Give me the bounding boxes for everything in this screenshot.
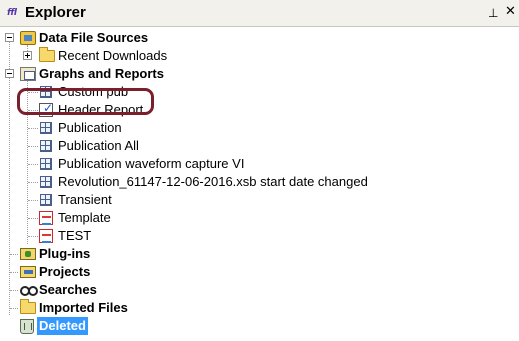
tree-guide-line	[28, 146, 38, 147]
tree-guide-line	[10, 272, 18, 273]
tree-guide-line	[28, 218, 38, 219]
tree-guide-line	[28, 164, 38, 165]
tree-node-data-file-sources[interactable]: Data File Sources	[0, 29, 519, 47]
projects-icon	[20, 266, 36, 278]
explorer-app-icon: ffl	[7, 8, 17, 18]
tree-node-label: Searches	[39, 282, 97, 297]
tree-node-label: TEST	[58, 228, 92, 243]
report-grid-icon	[40, 140, 52, 152]
tree-node-label: Publication waveform capture VI	[58, 156, 245, 171]
explorer-titlebar: ffl Explorer ⊥ ✕	[0, 0, 519, 27]
tree-node-plug-ins[interactable]: Plug-ins	[0, 245, 519, 263]
explorer-tree: Data File Sources Recent Downloads Graph…	[0, 27, 519, 341]
pin-icon[interactable]: ⊥	[488, 6, 500, 20]
tree-node-label: Imported Files	[39, 300, 128, 315]
collapse-toggle[interactable]	[5, 69, 14, 78]
graphs-reports-icon	[20, 67, 36, 81]
tree-node-report[interactable]: Publication waveform capture VI	[0, 155, 519, 173]
tree-node-graphs-and-reports[interactable]: Graphs and Reports	[0, 65, 519, 83]
tree-node-recent-downloads[interactable]: Recent Downloads	[0, 47, 519, 65]
tree-node-report[interactable]: Template	[0, 209, 519, 227]
collapse-toggle[interactable]	[5, 33, 14, 42]
tree-node-projects[interactable]: Projects	[0, 263, 519, 281]
tree-guide-line	[28, 200, 38, 201]
binoculars-icon	[20, 284, 38, 296]
tree-node-report[interactable]: Revolution_61147-12-06-2016.xsb start da…	[0, 173, 519, 191]
tree-node-label: Graphs and Reports	[39, 66, 164, 81]
tree-node-deleted[interactable]: Deleted	[0, 317, 519, 335]
tree-guide-line	[28, 182, 38, 183]
tree-guide-line	[28, 128, 38, 129]
data-source-icon	[20, 31, 36, 45]
tree-node-label: Transient	[58, 192, 112, 207]
tree-node-label: Plug-ins	[39, 246, 91, 261]
folder-icon	[39, 47, 55, 62]
template-icon	[39, 211, 53, 225]
tree-node-label: Projects	[39, 264, 91, 279]
tree-node-label: Template	[58, 210, 111, 225]
tree-node-label: Recent Downloads	[58, 48, 168, 63]
tree-node-label: Publication	[58, 120, 122, 135]
report-grid-icon	[40, 194, 52, 206]
close-icon[interactable]: ✕	[505, 5, 517, 19]
tree-node-searches[interactable]: Searches	[0, 281, 519, 299]
plugins-icon	[20, 248, 36, 260]
tree-node-imported-files[interactable]: Imported Files	[0, 299, 519, 317]
template-icon	[39, 229, 53, 243]
tree-guide-line	[10, 308, 18, 309]
tree-node-label: Publication All	[58, 138, 139, 153]
tree-guide-line	[10, 254, 18, 255]
tree-node-report[interactable]: Transient	[0, 191, 519, 209]
tree-node-report[interactable]: Publication	[0, 119, 519, 137]
report-grid-icon	[40, 158, 52, 170]
tree-guide-line	[28, 236, 38, 237]
report-grid-icon	[40, 122, 52, 134]
report-grid-icon	[40, 176, 52, 188]
panel-title: Explorer	[25, 4, 86, 21]
tree-guide-line	[10, 290, 18, 291]
tree-node-label: Deleted	[37, 317, 88, 335]
expand-toggle[interactable]	[23, 51, 32, 60]
tree-node-report[interactable]: TEST	[0, 227, 519, 245]
tree-node-label: Revolution_61147-12-06-2016.xsb start da…	[58, 174, 368, 189]
annotation-highlight-outline	[17, 88, 154, 115]
tree-node-report[interactable]: Publication All	[0, 137, 519, 155]
folder-icon	[20, 299, 36, 314]
recycle-bin-icon	[20, 319, 34, 334]
tree-node-label: Data File Sources	[39, 30, 149, 45]
